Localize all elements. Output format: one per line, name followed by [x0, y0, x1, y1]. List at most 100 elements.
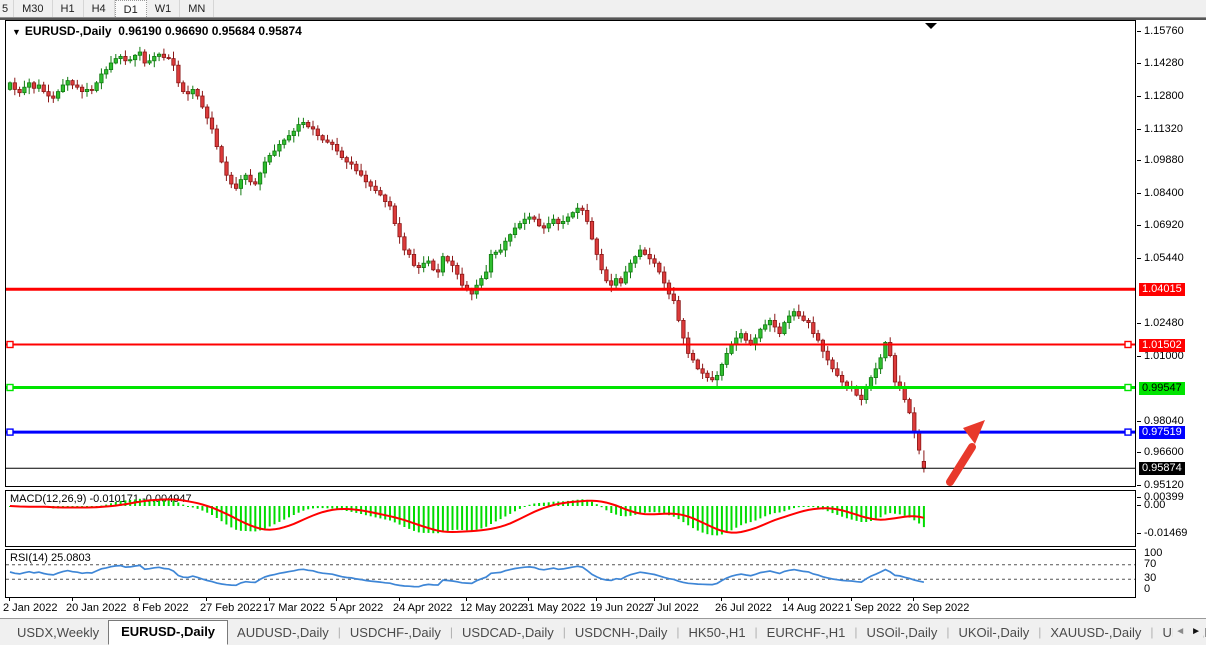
macd-histogram-bar	[658, 506, 660, 513]
axis-tick-mark	[1137, 485, 1141, 486]
candle	[744, 334, 747, 341]
candle	[311, 127, 314, 129]
rsi-line	[10, 565, 924, 586]
macd-histogram-bar	[702, 506, 704, 533]
candle	[831, 360, 834, 369]
candle	[865, 389, 868, 400]
tab-scroll-left-icon[interactable]: ◄	[1175, 627, 1185, 637]
price-chart-pane[interactable]: ▼EURUSD-,Daily 0.96190 0.96690 0.95684 0…	[5, 20, 1136, 487]
macd-histogram-bar	[312, 506, 314, 508]
timeframe-button-h1[interactable]: H1	[53, 0, 84, 17]
candle	[456, 265, 459, 274]
hline-handle[interactable]	[7, 385, 13, 391]
macd-histogram-bar	[779, 506, 781, 513]
candle	[32, 83, 35, 89]
date-axis-label: 2 Jan 2022	[3, 602, 57, 614]
macd-histogram-bar	[480, 506, 482, 529]
mt4-window: 5M30H1H4D1W1MN ▼EURUSD-,Daily 0.96190 0.…	[0, 0, 1206, 645]
tab-audusd-daily[interactable]: AUDUSD-,Daily	[228, 621, 338, 645]
macd-histogram-bar	[201, 506, 203, 511]
candle	[547, 224, 550, 228]
axis-tick-mark	[1137, 421, 1141, 422]
candle	[590, 221, 593, 239]
macd-histogram-bar	[331, 506, 333, 509]
candle	[663, 272, 666, 283]
price-axis-label: 1.11320	[1144, 123, 1183, 135]
macd-histogram-bar	[673, 506, 675, 517]
macd-histogram-bar	[447, 506, 449, 531]
tab-xauusd-daily[interactable]: XAUUSD-,Daily	[1041, 621, 1150, 645]
hline-handle[interactable]	[7, 342, 13, 348]
timeframe-button-h4[interactable]: H4	[84, 0, 115, 17]
date-tick-mark	[72, 598, 73, 601]
macd-histogram-bar	[591, 502, 593, 506]
macd-histogram-bar	[803, 506, 805, 507]
tab-ukoil-daily[interactable]: UKOil-,Daily	[949, 621, 1038, 645]
candle	[47, 92, 50, 96]
candle	[76, 85, 79, 87]
tab-eurchf-h1[interactable]: EURCHF-,H1	[758, 621, 855, 645]
candle	[576, 208, 579, 212]
tab-scroll-right-icon[interactable]: ►	[1191, 627, 1201, 637]
candle	[691, 353, 694, 360]
price-axis-label: 1.09880	[1144, 154, 1184, 166]
tab-usdcad-daily[interactable]: USDCAD-,Daily	[453, 621, 563, 645]
tab-eurusd-daily[interactable]: EURUSD-,Daily	[108, 620, 228, 645]
candle	[403, 237, 406, 250]
candle	[417, 265, 420, 267]
macd-histogram-bar	[812, 506, 814, 507]
date-axis-label: 7 Jul 2022	[648, 602, 699, 614]
macd-histogram-bar	[500, 506, 502, 519]
hline-handle[interactable]	[1125, 342, 1131, 348]
tab-usdcnh-daily[interactable]: USDCNH-,Daily	[566, 621, 676, 645]
price-axis-label: 1.05440	[1144, 252, 1184, 264]
candle	[8, 83, 11, 90]
macd-histogram-bar	[495, 506, 497, 521]
candle	[23, 87, 26, 93]
candle	[28, 83, 31, 87]
timeframe-button-5[interactable]: 5	[0, 0, 14, 17]
macd-histogram-bar	[327, 506, 329, 508]
candle	[917, 433, 920, 451]
timeframe-button-d1[interactable]: D1	[115, 0, 147, 17]
candle	[412, 254, 415, 265]
candle	[898, 382, 901, 386]
rsi-pane[interactable]: RSI(14) 25.0803	[5, 549, 1136, 598]
candle	[485, 272, 488, 279]
timeframe-button-w1[interactable]: W1	[147, 0, 181, 17]
hline-handle[interactable]	[1125, 385, 1131, 391]
macd-chart[interactable]	[6, 491, 1135, 546]
candle	[682, 320, 685, 338]
tab-usdchf-daily[interactable]: USDCHF-,Daily	[341, 621, 450, 645]
candle	[364, 175, 367, 182]
candle	[711, 378, 714, 380]
macd-pane[interactable]: MACD(12,26,9) -0.010171 -0.004947	[5, 490, 1136, 547]
candle	[605, 270, 608, 281]
hline-handle[interactable]	[7, 429, 13, 435]
candle	[696, 360, 699, 369]
macd-histogram-bar	[250, 506, 252, 531]
timeframe-toolbar: 5M30H1H4D1W1MN	[0, 0, 1206, 17]
candle	[196, 89, 199, 96]
macd-histogram-bar	[750, 506, 752, 522]
tab-usdx-weekly[interactable]: USDX,Weekly	[8, 621, 108, 645]
candlestick-chart[interactable]	[6, 21, 1135, 486]
timeframe-button-mn[interactable]: MN	[180, 0, 214, 17]
arrow-annotation[interactable]	[950, 420, 985, 482]
macd-axis-label: 0.00	[1144, 499, 1165, 511]
timeframe-button-m30[interactable]: M30	[14, 0, 52, 17]
candle	[13, 83, 16, 90]
macd-histogram-bar	[399, 506, 401, 525]
candle	[263, 162, 266, 173]
candle	[638, 250, 641, 257]
candle	[254, 182, 257, 184]
chart-shift-marker-icon[interactable]	[925, 23, 937, 29]
macd-histogram-bar	[529, 505, 531, 506]
macd-histogram-bar	[490, 506, 492, 524]
tab-usoil-daily[interactable]: USOil-,Daily	[858, 621, 947, 645]
hline-handle[interactable]	[1125, 429, 1131, 435]
candle	[273, 151, 276, 155]
tab-hk50-h1[interactable]: HK50-,H1	[679, 621, 754, 645]
candle	[225, 162, 228, 175]
rsi-chart[interactable]	[6, 550, 1135, 597]
